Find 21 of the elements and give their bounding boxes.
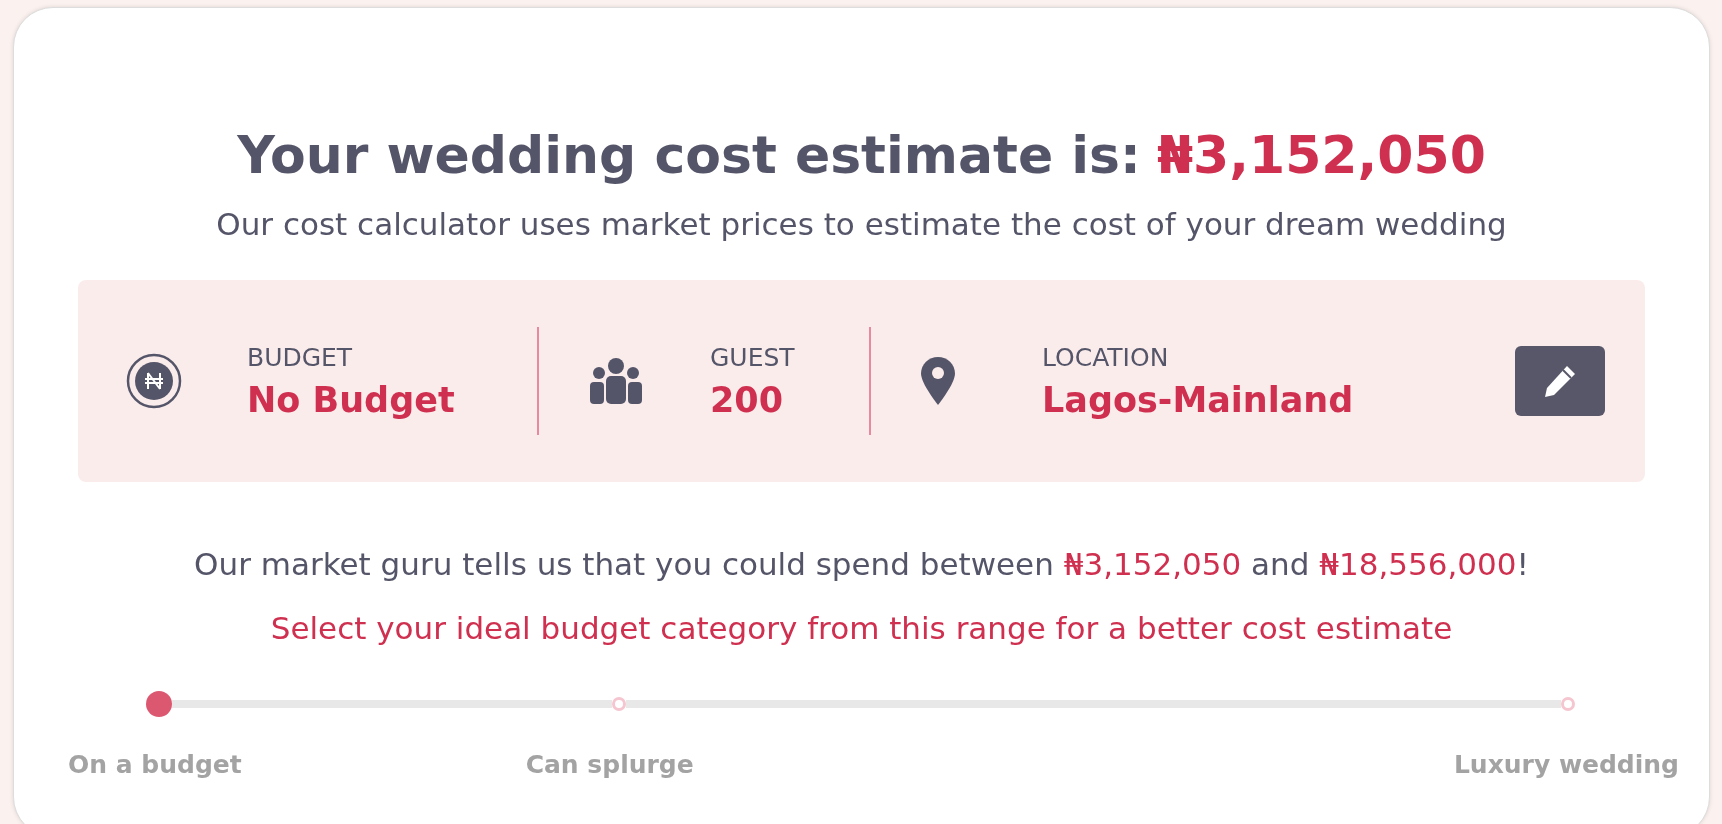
stop-label[interactable]: Luxury wedding	[951, 750, 1679, 780]
summary-label: GUEST	[710, 342, 795, 372]
subtitle: Our cost calculator uses market prices to estimate the cost of your dream wedding	[216, 206, 1507, 243]
stop-label[interactable]: Can splurge	[267, 750, 952, 780]
edit-button[interactable]	[1515, 346, 1605, 417]
estimate-amount: ₦3,152,050	[1156, 124, 1486, 187]
stop-label[interactable]: On a budget	[68, 750, 268, 780]
summary-label: LOCATION	[1042, 342, 1170, 372]
people-group-icon	[589, 358, 643, 405]
summary-value: Lagos-Mainland	[1042, 379, 1354, 420]
slider-stop[interactable]	[146, 691, 172, 718]
estimate-heading: Your wedding cost estimate is:	[237, 124, 1141, 187]
map-pin-icon	[921, 357, 955, 406]
slider-stop[interactable]	[612, 697, 626, 712]
budget-category-prompt: Select your ideal budget category from this range for a better cost estimate	[270, 610, 1453, 647]
summary-value: No Budget	[247, 379, 455, 420]
summary-value: 200	[710, 379, 785, 420]
naira-coin-icon	[126, 353, 182, 410]
summary-label: BUDGET	[247, 342, 354, 372]
spending-range-text: Our market guru tells us that you could spend between ₦3,152,050 and ₦18,556,000!	[194, 546, 1529, 583]
slider-stop[interactable]	[1561, 697, 1575, 712]
